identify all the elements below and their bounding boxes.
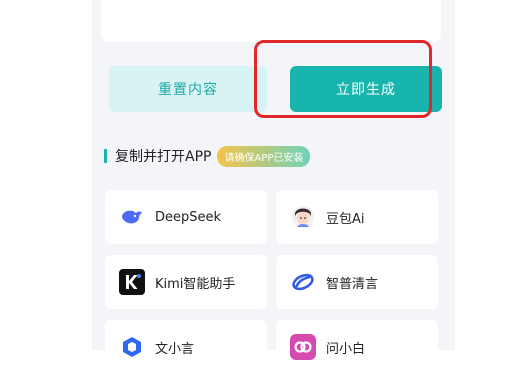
app-card-deepseek[interactable]: DeepSeek <box>105 190 267 244</box>
install-notice-badge: 请确保APP已安装 <box>217 145 311 167</box>
app-card-zhipu[interactable]: 智普清言 <box>276 255 438 309</box>
wenxiaoyan-icon <box>119 334 145 360</box>
zhipu-swirl-icon <box>290 269 316 295</box>
prompt-text-area[interactable] <box>101 0 441 42</box>
wenxiaobai-icon <box>290 334 316 360</box>
app-label: 豆包Ai <box>326 211 365 227</box>
app-label: DeepSeek <box>155 209 222 225</box>
app-card-wenxiaoyan[interactable]: 文小言 <box>105 320 267 374</box>
section-title: 复制并打开APP <box>115 149 212 165</box>
app-label: 文小言 <box>155 341 195 357</box>
app-card-doubao[interactable]: 豆包Ai <box>276 190 438 244</box>
app-card-kimi[interactable]: Kimi智能助手 <box>105 255 267 309</box>
deepseek-whale-icon <box>119 204 145 230</box>
app-label: Kimi智能助手 <box>155 276 236 292</box>
app-card-wenxiaobai[interactable]: 问小白 <box>276 320 438 374</box>
generate-now-button[interactable]: 立即生成 <box>290 66 442 112</box>
section-header: 复制并打开APP 请确保APP已安装 <box>104 145 311 167</box>
doubao-avatar-icon <box>290 204 316 230</box>
kimi-k-icon <box>119 269 145 295</box>
app-label: 问小白 <box>326 341 366 357</box>
reset-content-button[interactable]: 重置内容 <box>109 66 267 112</box>
section-accent-bar <box>104 149 107 163</box>
app-label: 智普清言 <box>326 276 379 292</box>
